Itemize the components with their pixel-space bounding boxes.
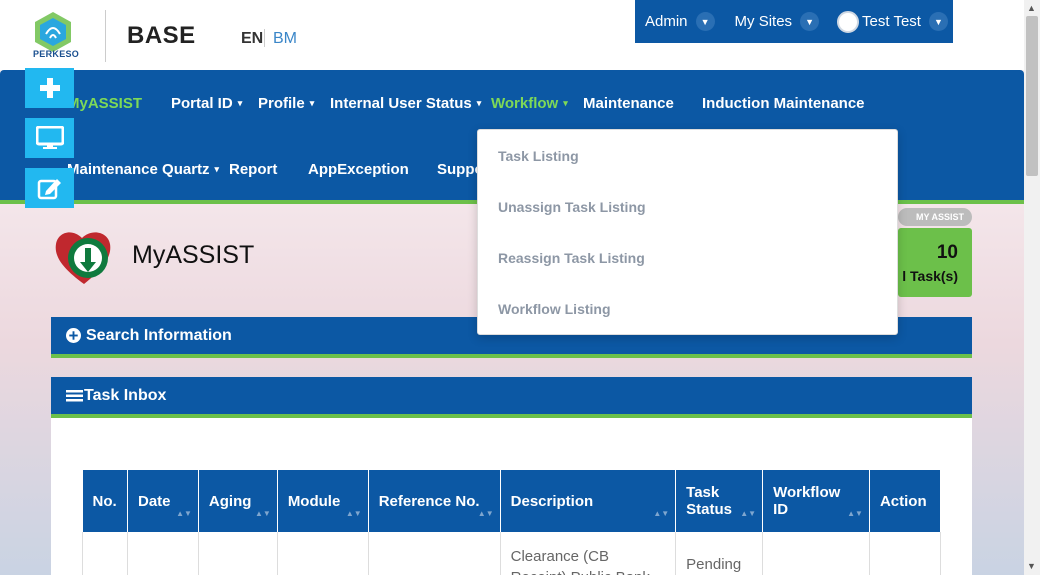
lang-bm-link[interactable]: BM	[273, 30, 297, 48]
breadcrumb[interactable]: MY ASSIST	[898, 208, 972, 226]
cell-description: Clearance (CB Receipt) Public Bank	[499, 532, 677, 575]
nav-item-internal-user-status[interactable]: Internal User Status ▾	[330, 95, 481, 112]
monitor-button[interactable]	[25, 118, 74, 158]
monitor-icon	[35, 126, 64, 149]
nav-item-maintenance-quartz[interactable]: Maintenance Quartz ▾	[67, 161, 219, 178]
cell-aging	[197, 532, 278, 575]
caret-down-icon: ▾	[237, 98, 243, 108]
header-divider	[105, 10, 106, 62]
page-title: MyASSIST	[132, 241, 255, 269]
lang-divider	[264, 29, 265, 47]
task-count: 10	[936, 242, 958, 263]
user-menu[interactable]: Test Test ▼	[837, 10, 948, 33]
task-table: No. Date ▲▼ Aging ▲▼ Module ▲▼ Reference No…	[82, 470, 942, 575]
cell-action[interactable]	[868, 532, 942, 575]
caret-down-icon: ▾	[309, 98, 315, 108]
edit-icon	[37, 179, 61, 200]
nav-item-portal-id[interactable]: Portal ID ▾	[171, 95, 242, 112]
menu-item-workflow-listing[interactable]: Workflow Listing	[498, 301, 611, 317]
inbox-panel-title: Task Inbox	[84, 386, 167, 404]
my-sites-menu[interactable]: My Sites ▼	[735, 12, 820, 31]
task-label: l Task(s)	[902, 268, 958, 284]
search-panel-title: Search Information	[86, 326, 232, 344]
myassist-logo	[55, 232, 111, 284]
nav-item-report[interactable]: Report	[229, 161, 277, 178]
chevron-down-icon: ▼	[695, 12, 715, 31]
table-header-row: No. Date ▲▼ Aging ▲▼ Module ▲▼ Reference No…	[82, 470, 942, 532]
sort-icon: ▲▼	[254, 509, 271, 518]
nav-item-profile[interactable]: Profile ▾	[258, 95, 314, 112]
lang-en-link[interactable]: EN	[241, 30, 263, 48]
col-header-workflow-id[interactable]: Workflow ID ▲▼	[762, 470, 870, 532]
caret-down-icon: ▾	[476, 98, 482, 108]
inbox-panel-header: Task Inbox	[51, 377, 972, 418]
my-sites-label: My Sites	[734, 13, 793, 30]
chevron-down-icon: ▼	[800, 12, 820, 31]
cell-no	[82, 532, 128, 575]
col-header-date[interactable]: Date ▲▼	[127, 470, 199, 532]
admin-menu[interactable]: Admin ▼	[645, 12, 715, 31]
nav-item-workflow[interactable]: Workflow ▾	[491, 95, 568, 112]
menu-item-unassign-task-listing[interactable]: Unassign Task Listing	[498, 199, 646, 215]
plus-icon	[39, 78, 60, 98]
col-header-module[interactable]: Module ▲▼	[277, 470, 369, 532]
nav-item-myassist[interactable]: MyASSIST	[67, 95, 142, 112]
user-bar: Admin ▼ My Sites ▼ Test Test ▼	[635, 0, 953, 43]
menu-item-reassign-task-listing[interactable]: Reassign Task Listing	[498, 250, 645, 266]
edit-button[interactable]	[25, 168, 74, 208]
caret-down-icon: ▾	[214, 164, 220, 174]
avatar	[837, 10, 860, 33]
sort-icon: ▲▼	[740, 509, 757, 518]
caret-down-icon: ▾	[563, 98, 568, 108]
scroll-up-icon[interactable]: ▲	[1027, 3, 1036, 13]
scrollbar-thumb[interactable]	[1026, 16, 1038, 176]
col-header-no: No.	[82, 470, 128, 532]
cell-reference: EISCOL092018	[367, 532, 501, 575]
scroll-down-icon[interactable]: ▼	[1027, 561, 1036, 571]
table-row[interactable]: 28/09/ EIS EISCOL092018 Clearance (CB Re…	[82, 532, 942, 575]
list-icon	[66, 389, 83, 401]
sort-icon: ▲▼	[653, 509, 670, 518]
nav-item-induction-maintenance[interactable]: Induction Maintenance	[702, 95, 865, 112]
logo-text: PERKESO	[33, 49, 80, 59]
cell-status: Pending	[675, 532, 764, 575]
sort-icon: ▲▼	[345, 509, 362, 518]
cell-date: 28/09/	[126, 532, 199, 575]
admin-label: Admin	[645, 13, 688, 30]
cell-module: EIS	[276, 532, 369, 575]
col-header-action: Action	[869, 470, 942, 532]
page-scrollbar[interactable]: ▲ ▼	[1024, 0, 1040, 575]
col-header-aging[interactable]: Aging ▲▼	[198, 470, 278, 532]
workflow-dropdown-menu: Task Listing Unassign Task Listing Reass…	[477, 129, 898, 335]
col-header-task-status[interactable]: Task Status ▲▼	[675, 470, 764, 532]
nav-item-maintenance[interactable]: Maintenance	[583, 95, 674, 112]
col-header-description[interactable]: Description ▲▼	[500, 470, 677, 532]
task-count-card[interactable]: 10 l Task(s)	[898, 228, 972, 297]
add-button[interactable]	[25, 68, 74, 108]
app-title: BASE	[127, 22, 196, 49]
chevron-down-icon: ▼	[928, 12, 948, 31]
sort-icon: ▲▼	[176, 509, 192, 518]
user-name: Test Test	[862, 13, 921, 30]
plus-circle-icon	[66, 328, 81, 343]
nav-item-appexception[interactable]: AppException	[308, 161, 409, 178]
menu-item-task-listing[interactable]: Task Listing	[498, 148, 579, 164]
sort-icon: ▲▼	[477, 509, 494, 518]
sort-icon: ▲▼	[847, 509, 863, 518]
cell-workflow-id	[762, 532, 870, 575]
col-header-reference-no[interactable]: Reference No. ▲▼	[368, 470, 501, 532]
